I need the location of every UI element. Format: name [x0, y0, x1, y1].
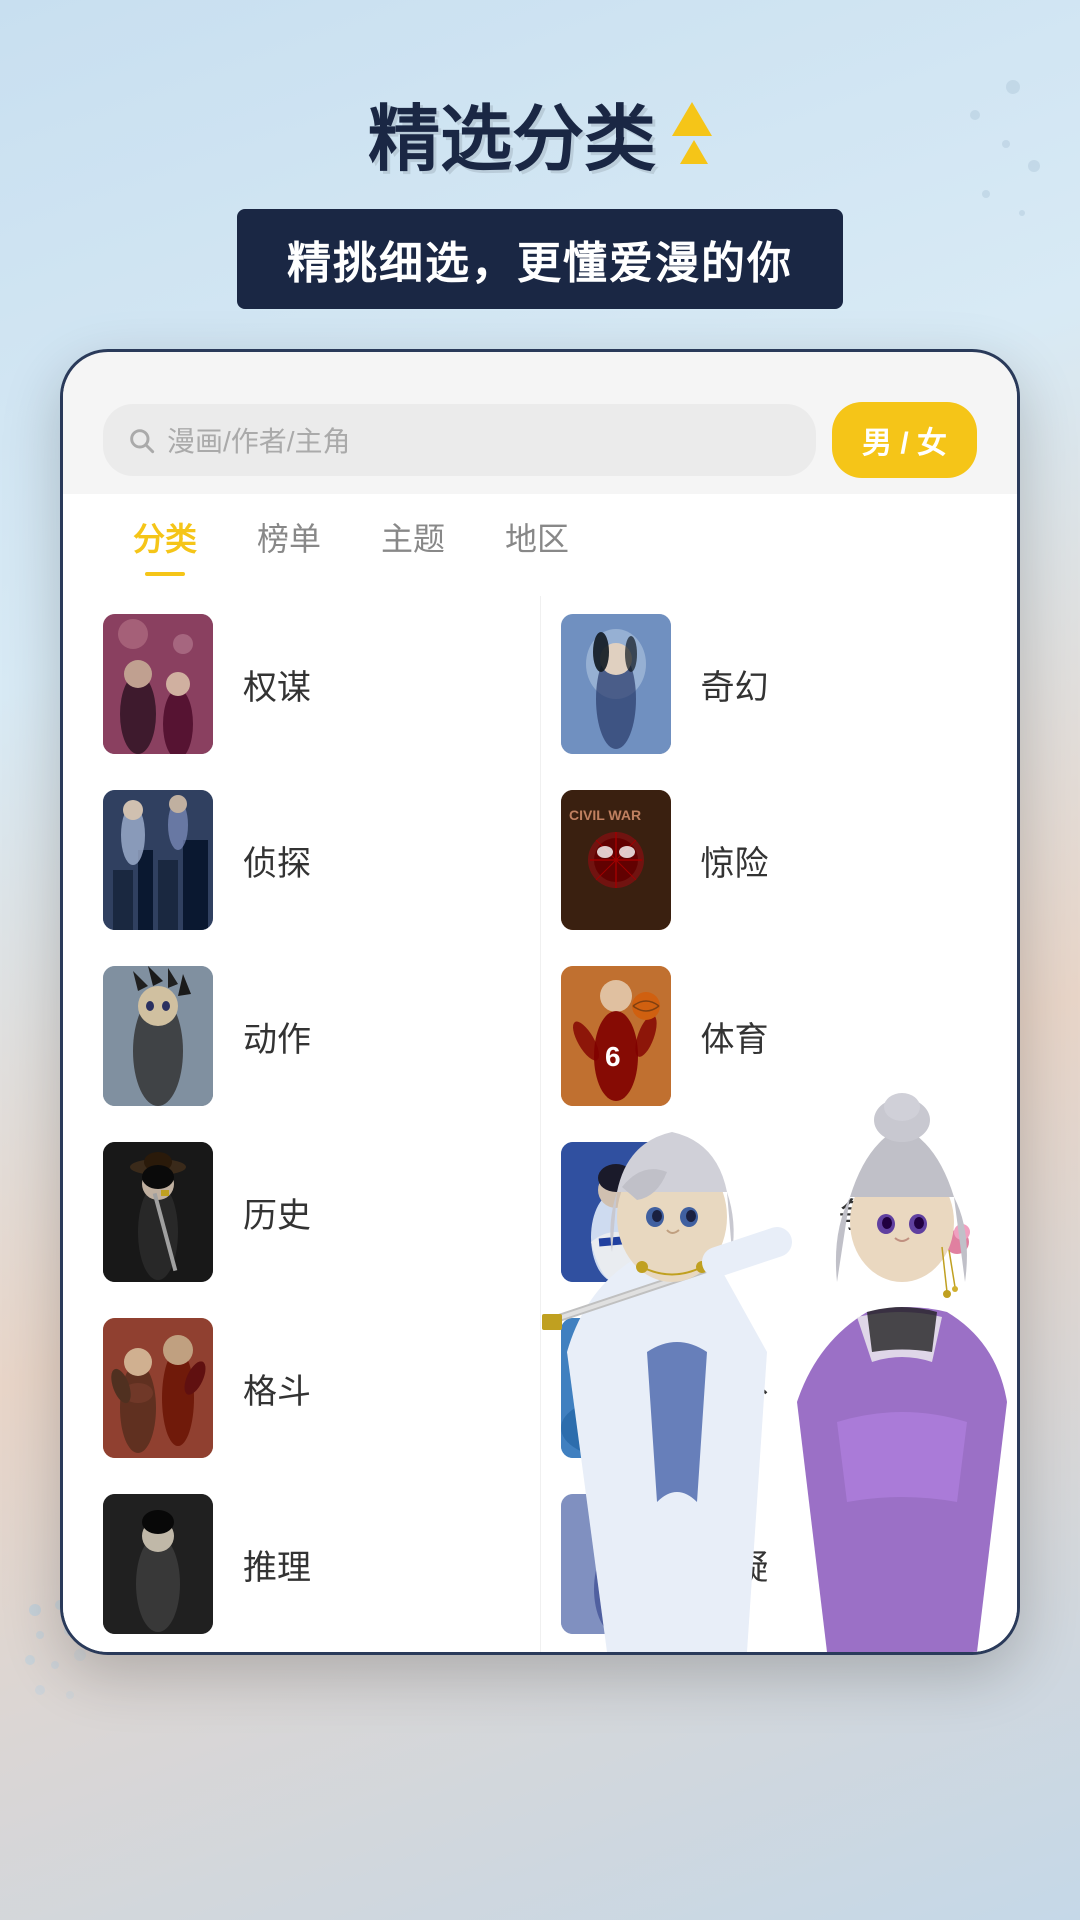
header-title-row: 精选分类: [0, 80, 1080, 185]
search-input-wrap[interactable]: 漫画/作者/主角: [103, 404, 816, 476]
category-label-lishi: 历史: [243, 1188, 520, 1237]
category-label-qihuan: 奇幻: [701, 660, 978, 709]
category-label-haiwai: 海外: [701, 1364, 978, 1413]
category-thumb-lishi: [103, 1142, 213, 1282]
category-pair-row-6: 推理 悬疑: [103, 1476, 977, 1652]
gender-toggle-button[interactable]: 男 / 女: [832, 402, 977, 478]
search-icon: [127, 426, 155, 454]
category-item-xuanyi[interactable]: 悬疑: [541, 1476, 978, 1652]
arrow-icon-small: [680, 140, 708, 164]
category-item-qihuan[interactable]: 奇幻: [541, 596, 978, 772]
category-label-dongzuo: 动作: [243, 1012, 520, 1061]
category-thumb-tiyu: 6: [561, 966, 671, 1106]
category-thumb-xuanyi: [561, 1494, 671, 1634]
page-title: 精选分类: [368, 80, 656, 185]
phone-card: 漫画/作者/主角 男 / 女 分类 榜单 主题 地区: [60, 349, 1020, 1655]
tab-fenlei[interactable]: 分类: [103, 494, 227, 576]
tab-diqu[interactable]: 地区: [475, 494, 599, 576]
category-item-gedou[interactable]: 格斗: [103, 1300, 541, 1476]
category-pair-row-1: 权谋 奇幻: [103, 596, 977, 772]
arrow-icon-large: [672, 102, 712, 136]
category-item-haiwai[interactable]: 海外: [541, 1300, 978, 1476]
category-item-quanmou[interactable]: 权谋: [103, 596, 541, 772]
category-label-xuanyi: 悬疑: [701, 1540, 978, 1589]
svg-text:6: 6: [605, 1041, 621, 1072]
category-list: 权谋 奇幻: [63, 576, 1017, 1652]
category-item-lishi[interactable]: 历史: [103, 1124, 541, 1300]
tab-zhuti[interactable]: 主题: [351, 494, 475, 576]
category-pair-row-4: 历史: [103, 1124, 977, 1300]
header-section: 精选分类 精挑细选，更懂爱漫的你: [0, 0, 1080, 349]
category-item-jingxian[interactable]: CIVIL WAR: [541, 772, 978, 948]
category-item-tiyu[interactable]: 6 体育: [541, 948, 978, 1124]
category-label-zhanzheng-visible: 争: [839, 1188, 977, 1237]
category-label-tiyu: 体育: [701, 1012, 978, 1061]
category-label-tuili: 推理: [243, 1540, 520, 1589]
category-thumb-qihuan: [561, 614, 671, 754]
tabs-row: 分类 榜单 主题 地区: [63, 494, 1017, 576]
subtitle-text: 精挑细选，更懂爱漫的你: [287, 239, 793, 288]
svg-text:CIVIL WAR: CIVIL WAR: [569, 807, 641, 823]
category-item-dongzuo[interactable]: 动作: [103, 948, 541, 1124]
category-label-jingxian: 惊险: [701, 836, 978, 885]
category-pair-row-2: 侦探 CIVIL WAR: [103, 772, 977, 948]
category-pair-row-3: 动作 6: [103, 948, 977, 1124]
subtitle-banner: 精挑细选，更懂爱漫的你: [237, 209, 843, 309]
category-thumb-dongzuo: [103, 966, 213, 1106]
category-label-zhentuan: 侦探: [243, 836, 520, 885]
category-thumb-zhentuan: [103, 790, 213, 930]
title-arrows-decoration: [672, 102, 712, 164]
category-item-zhentuan[interactable]: 侦探: [103, 772, 541, 948]
search-bar-area: 漫画/作者/主角 男 / 女: [63, 382, 1017, 494]
category-item-tuili[interactable]: 推理: [103, 1476, 541, 1652]
category-thumb-gedou: [103, 1318, 213, 1458]
category-label-quanmou: 权谋: [243, 660, 520, 709]
category-thumb-haiwai: [561, 1318, 671, 1458]
category-label-gedou: 格斗: [243, 1364, 520, 1413]
category-thumb-zhanzheng: [561, 1142, 671, 1282]
category-thumb-tuili: [103, 1494, 213, 1634]
category-thumb-quanmou: [103, 614, 213, 754]
tab-bangdan[interactable]: 榜单: [227, 494, 351, 576]
category-pair-row-5: 格斗: [103, 1300, 977, 1476]
category-thumb-jingxian: CIVIL WAR: [561, 790, 671, 930]
category-item-zhanzheng[interactable]: 争: [541, 1124, 978, 1300]
search-placeholder: 漫画/作者/主角: [167, 420, 351, 460]
